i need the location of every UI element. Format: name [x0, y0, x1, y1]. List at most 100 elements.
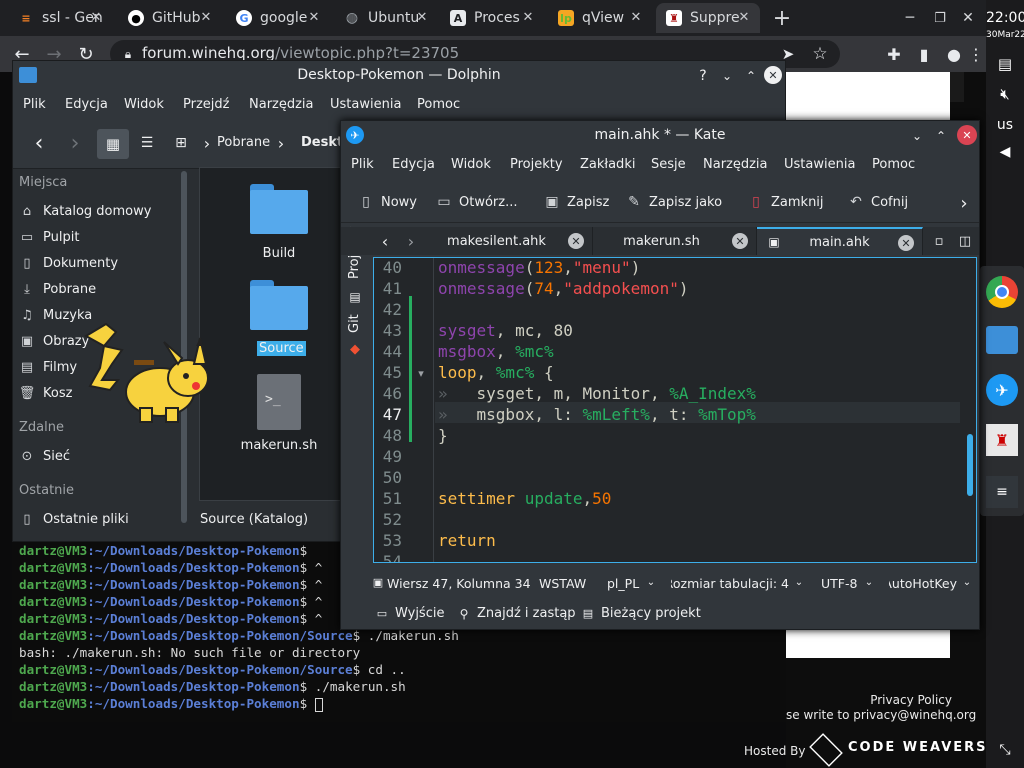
save-as-button[interactable]: ✎ Zapisz jako	[625, 193, 722, 211]
menu-kebab-icon[interactable]: ⋮	[966, 42, 986, 66]
maximize-icon[interactable]: ⌃	[741, 66, 761, 86]
place-item[interactable]: ⊙ Sieć	[19, 448, 70, 464]
place-item[interactable]: ▭ Pulpit	[19, 229, 80, 245]
close-icon[interactable]: ✕	[414, 9, 430, 25]
close-tab-icon[interactable]: ✕	[898, 235, 914, 251]
file-name-selected[interactable]: Source	[257, 341, 306, 356]
minimize-icon[interactable]: ⌄	[717, 66, 737, 86]
place-item[interactable]: ▯ Dokumenty	[19, 255, 118, 271]
cursor-position[interactable]: Wiersz 47, Kolumna 34	[387, 576, 531, 591]
maximize-icon[interactable]: ⌃	[931, 126, 951, 146]
close-icon[interactable]: ✕	[736, 9, 752, 25]
document-icon[interactable]: ▤	[347, 289, 363, 305]
place-item[interactable]: ▤ Filmy	[19, 359, 77, 375]
encoding[interactable]: UTF-8	[821, 576, 857, 591]
menu-plik[interactable]: Plik	[23, 97, 46, 112]
tab-right-icon[interactable]: ›	[401, 231, 421, 251]
menu-ustawienia[interactable]: Ustawienia	[784, 157, 855, 172]
konsole-task-icon[interactable]: ≡	[986, 476, 1018, 508]
menu-narzedzia[interactable]: Narzędzia	[249, 97, 314, 112]
syntax-mode[interactable]: AutoHotKey	[889, 576, 957, 591]
menu-plik[interactable]: Plik	[351, 157, 374, 172]
spell-language[interactable]: pl_PL	[607, 576, 639, 591]
tab-left-icon[interactable]: ‹	[375, 231, 395, 251]
close-tab-icon[interactable]: ✕	[568, 233, 584, 249]
menu-projekty[interactable]: Projekty	[510, 157, 563, 172]
new-button[interactable]: ▯ Nowy	[357, 193, 417, 211]
dolphin-titlebar[interactable]: Desktop-Pokemon — Dolphin ? ⌄ ⌃ ✕	[13, 61, 785, 91]
close-icon[interactable]: ✕	[764, 66, 782, 84]
desktop-peek-icon[interactable]: ⤡	[995, 740, 1015, 760]
close-icon[interactable]: ✕	[198, 9, 214, 25]
close-tab-icon[interactable]: ✕	[732, 233, 748, 249]
file-name[interactable]: Build	[200, 246, 358, 261]
extensions-icon[interactable]: ✚	[882, 42, 906, 66]
menu-sesje[interactable]: Sesje	[651, 157, 686, 172]
new-tab-icon[interactable]: +	[770, 6, 794, 31]
dolphin-task-icon[interactable]	[986, 326, 1018, 354]
forward-icon[interactable]: ›	[63, 131, 87, 156]
minimize-icon[interactable]: ⌄	[907, 126, 927, 146]
chrome-task-icon[interactable]	[986, 276, 1018, 308]
browser-tab-active[interactable]: ♜ Suppre ✕	[656, 3, 760, 33]
back-icon[interactable]: ‹	[27, 131, 51, 156]
pikachu-sprite[interactable]	[82, 320, 218, 432]
place-item[interactable]: ⤓ Pobrane	[19, 281, 96, 297]
close-file-button[interactable]: ▯ Zamknij	[747, 193, 823, 211]
git-tab[interactable]: Git	[347, 314, 362, 333]
breadcrumb-pobrane[interactable]: Pobrane	[217, 135, 270, 150]
save-button[interactable]: ▣ Zapisz	[543, 193, 609, 211]
undo-button[interactable]: ↶ Cofnij	[847, 193, 908, 211]
git-icon[interactable]: ◆	[347, 341, 363, 357]
script-file-icon[interactable]: >_	[257, 374, 301, 430]
menu-widok[interactable]: Widok	[124, 97, 164, 112]
browser-tab[interactable]: A Proces ✕	[440, 3, 544, 33]
browser-tab[interactable]: ≡ ssl - Gen ✕	[8, 3, 112, 33]
menu-edycja[interactable]: Edycja	[65, 97, 108, 112]
place-item[interactable]: ▣ Obrazy	[19, 333, 89, 349]
restore-icon[interactable]: ❐	[930, 8, 950, 28]
tab-makerun[interactable]: makerun.sh ✕	[593, 227, 757, 255]
compact-view-icon[interactable]: ☰	[135, 131, 159, 155]
keyboard-layout[interactable]: us	[986, 117, 1024, 133]
menu-widok[interactable]: Widok	[451, 157, 491, 172]
collapse-arrow-icon[interactable]: ◀	[995, 142, 1015, 162]
tab-makesilent[interactable]: makesilent.ahk ✕	[427, 227, 593, 255]
tab-main-active[interactable]: ▣ main.ahk ✕	[757, 227, 923, 255]
file-name[interactable]: makerun.sh	[200, 438, 358, 453]
help-icon[interactable]: ?	[693, 66, 713, 86]
code-editor[interactable]: ▾ 40 41 42 43 44 45 46 47 48 49 50 51 52…	[373, 257, 977, 563]
close-icon[interactable]: ✕	[306, 9, 322, 25]
search-replace-tab[interactable]: ⚲ Znajdź i zastąp	[457, 606, 576, 621]
bookmark-star-icon[interactable]: ☆	[810, 44, 830, 64]
split-view-icon[interactable]: ◫	[955, 231, 975, 251]
place-item[interactable]: ⌂ Katalog domowy	[19, 203, 152, 219]
indent-settings[interactable]: Rozmiar tabulacji: 4	[671, 576, 789, 591]
more-actions-icon[interactable]: ›	[955, 193, 973, 214]
place-item[interactable]: 🗑︎ Kosz	[19, 385, 73, 401]
kate-task-icon[interactable]: ✈	[986, 374, 1018, 406]
close-icon[interactable]: ✕	[957, 125, 977, 145]
folder-icon[interactable]	[250, 184, 308, 234]
output-tab[interactable]: ▭ Wyjście	[375, 606, 445, 621]
close-icon[interactable]: ✕	[520, 9, 536, 25]
split-view-icon[interactable]: ⊞	[169, 131, 193, 155]
menu-pomoc[interactable]: Pomoc	[872, 157, 915, 172]
icons-view-icon[interactable]: ▦	[97, 129, 129, 159]
browser-tab[interactable]: ● GitHub ✕	[118, 3, 222, 33]
privacy-policy-link[interactable]: Privacy Policy	[870, 693, 952, 707]
menu-edycja[interactable]: Edycja	[392, 157, 435, 172]
breadcrumb-current[interactable]: Deskt	[301, 135, 343, 150]
volume-muted-icon[interactable]: 🔇︎	[995, 84, 1015, 104]
close-icon[interactable]: ✕	[958, 8, 978, 28]
browser-tab[interactable]: G google ✕	[226, 3, 330, 33]
menu-ustawienia[interactable]: Ustawienia	[330, 97, 401, 112]
scrollbar-thumb[interactable]	[967, 434, 973, 496]
close-icon[interactable]: ✕	[88, 9, 104, 25]
browser-tab[interactable]: ◍ Ubuntu ✕	[334, 3, 438, 33]
current-project-tab[interactable]: ▤ Bieżący projekt	[581, 606, 701, 621]
input-mode[interactable]: WSTAW	[539, 576, 586, 591]
clipboard-icon[interactable]: ▤	[995, 54, 1015, 74]
new-tab-icon[interactable]: ▫	[929, 231, 949, 251]
kate-titlebar[interactable]: ✈ main.ahk * — Kate ⌄ ⌃ ✕	[341, 121, 979, 149]
